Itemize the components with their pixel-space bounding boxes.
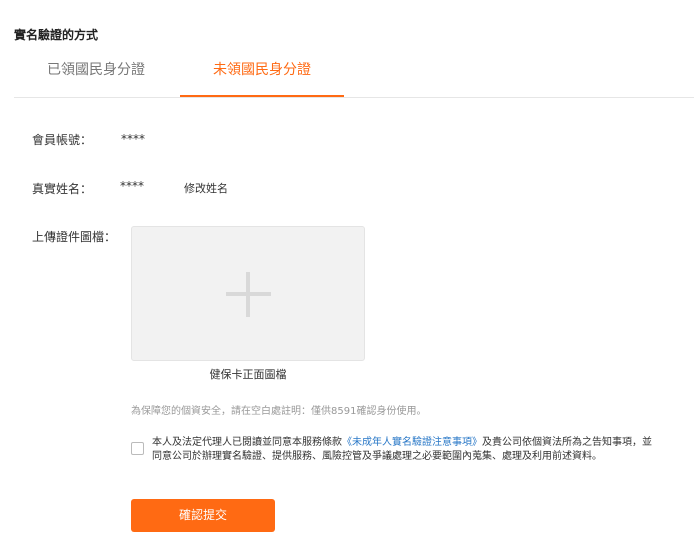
agreement-text: 本人及法定代理人已閱讀並同意本服務條款《未成年人實名驗證注意事項》及貴公司依個資… bbox=[152, 436, 652, 464]
agreement-text-before: 本人及法定代理人已閱讀並同意本服務條款 bbox=[152, 437, 342, 448]
submit-button[interactable]: 確認提交 bbox=[131, 499, 275, 532]
edit-name-link[interactable]: 修改姓名 bbox=[184, 180, 228, 196]
section-title: 實名驗證的方式 bbox=[14, 28, 99, 42]
agree-checkbox[interactable] bbox=[131, 442, 144, 455]
upload-document-label: 上傳證件圖檔： bbox=[32, 230, 117, 244]
member-account-value: **** bbox=[121, 132, 145, 146]
privacy-notice: 為保障您的個資安全，請在空白處註明：僅供8591確認身份使用。 bbox=[131, 406, 427, 417]
plus-icon-vertical bbox=[246, 272, 250, 317]
upload-caption: 健保卡正面圖檔 bbox=[209, 368, 287, 381]
tab-no-id-card[interactable]: 未領國民身分證 bbox=[180, 56, 344, 97]
real-name-value: **** bbox=[120, 179, 144, 193]
real-name-label: 真實姓名： bbox=[32, 182, 93, 196]
upload-image-box[interactable] bbox=[131, 226, 365, 361]
tab-has-id-card[interactable]: 已領國民身分證 bbox=[14, 56, 178, 96]
verification-tabs: 已領國民身分證 未領國民身分證 bbox=[14, 56, 694, 98]
terms-link[interactable]: 《未成年人實名驗證注意事項》 bbox=[342, 437, 482, 448]
member-account-label: 會員帳號： bbox=[32, 133, 93, 147]
